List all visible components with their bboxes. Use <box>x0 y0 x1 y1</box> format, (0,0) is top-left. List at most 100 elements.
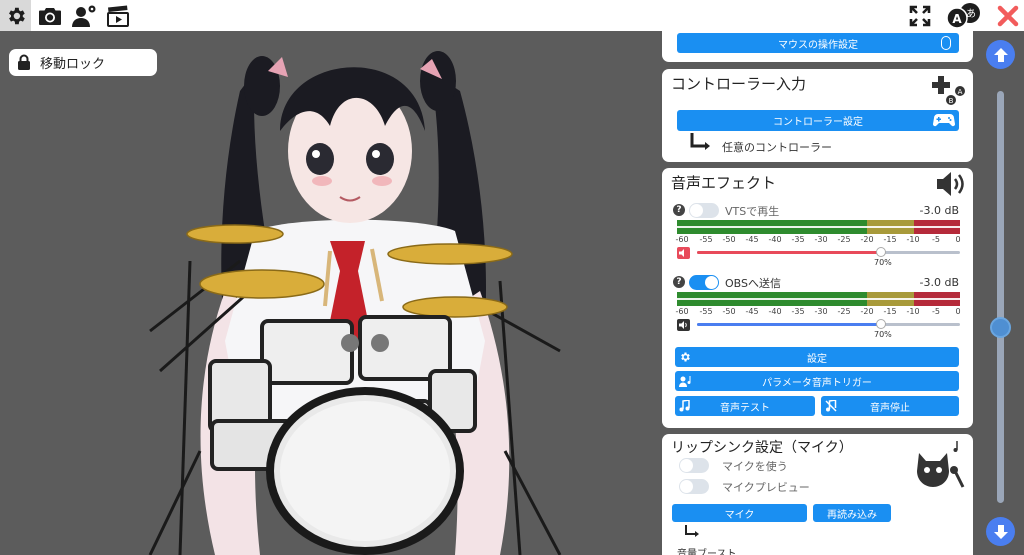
muted-speaker-icon[interactable] <box>677 247 690 259</box>
panel-scroll-column <box>978 31 1024 555</box>
settings-panel: マウスの操作設定 コントローラー入力 A B コントローラー設定 任意のコントロ… <box>660 31 978 555</box>
audio-test-label: 音声テスト <box>720 402 770 414</box>
language-button[interactable]: Aあ <box>944 0 984 31</box>
svg-text:A: A <box>958 88 963 96</box>
controller-settings-label: コントローラー設定 <box>773 117 863 128</box>
parameter-audio-trigger-button[interactable]: パラメータ音声トリガー <box>675 371 959 391</box>
obs-help-icon[interactable]: ? <box>673 276 685 288</box>
tick-label: -25 <box>837 235 851 244</box>
mouse-settings-card: マウスの操作設定 <box>662 31 973 62</box>
mouse-settings-label: マウスの操作設定 <box>778 39 858 51</box>
panel-scrollbar-thumb[interactable] <box>990 317 1011 338</box>
obs-db-scale: -60 -55 -50 -45 -40 -35 -30 -25 -20 -15 … <box>675 307 967 317</box>
gamepad-buttons-icon: A B <box>932 76 965 105</box>
movement-lock-label: 移動ロック <box>40 57 106 72</box>
user-settings-icon <box>71 5 95 27</box>
any-controller-label: 任意のコントローラー <box>722 141 832 154</box>
mic-select-label: マイク <box>724 509 755 521</box>
tick-label: 0 <box>955 307 961 316</box>
close-icon <box>997 5 1018 26</box>
obs-level-meter <box>677 292 960 306</box>
panel-scrollbar-track[interactable] <box>997 91 1004 503</box>
use-mic-label: マイクを使う <box>722 460 788 473</box>
controller-card-title: コントローラー入力 <box>671 75 807 93</box>
tick-label: -15 <box>883 307 897 316</box>
obs-volume-knob[interactable] <box>876 319 887 329</box>
tick-label: 0 <box>955 235 961 244</box>
speaker-icon <box>937 172 964 196</box>
clapperboard-icon <box>106 5 129 27</box>
tick-label: -30 <box>814 307 828 316</box>
obs-db-value: -3.0 dB <box>919 276 960 289</box>
tick-label: -10 <box>906 307 920 316</box>
tick-label: -25 <box>837 307 851 316</box>
scroll-up-button[interactable] <box>986 40 1015 69</box>
mouse-settings-button[interactable]: マウスの操作設定 <box>677 33 959 53</box>
svg-text:A: A <box>952 12 962 26</box>
obs-volume-slider[interactable] <box>697 323 960 326</box>
tick-label: -35 <box>791 307 805 316</box>
music-off-icon <box>825 400 837 412</box>
mic-select-button[interactable]: マイク <box>672 504 807 522</box>
speaker-small-icon[interactable] <box>677 319 690 331</box>
user-music-icon <box>679 375 693 387</box>
controller-settings-button[interactable]: コントローラー設定 <box>677 110 959 131</box>
reload-mic-button[interactable]: 再読み込み <box>813 504 891 522</box>
vts-help-icon[interactable]: ? <box>673 204 685 216</box>
gear-icon <box>679 351 691 363</box>
settings-tab-button[interactable] <box>0 0 31 31</box>
tick-label: -10 <box>906 235 920 244</box>
tick-label: -55 <box>699 235 713 244</box>
tick-label: -50 <box>722 307 736 316</box>
controller-input-card: コントローラー入力 A B コントローラー設定 任意のコントローラー <box>662 69 973 162</box>
svg-text:B: B <box>949 97 954 105</box>
model-illustration <box>148 51 562 555</box>
audio-stop-button[interactable]: 音声停止 <box>821 396 959 416</box>
mic-preview-label: マイクプレビュー <box>722 481 810 494</box>
vts-level-meter <box>677 220 960 234</box>
volume-boost-label: 音量ブースト <box>677 549 737 555</box>
mouse-icon <box>941 36 951 50</box>
scroll-down-button[interactable] <box>986 517 1015 546</box>
tick-label: -35 <box>791 235 805 244</box>
audio-test-button[interactable]: 音声テスト <box>675 396 815 416</box>
music-note-icon <box>679 400 690 412</box>
gear-icon <box>8 7 25 24</box>
obs-send-toggle[interactable] <box>689 275 719 290</box>
tick-label: -5 <box>932 235 940 244</box>
camera-button[interactable] <box>34 0 65 31</box>
lock-icon <box>18 54 30 70</box>
meter-center-line <box>677 298 960 300</box>
tick-label: -60 <box>675 307 689 316</box>
audio-settings-button[interactable]: 設定 <box>675 347 959 367</box>
obs-volume-percent: 70% <box>874 330 892 339</box>
use-mic-toggle[interactable] <box>679 458 709 473</box>
movement-lock-button[interactable]: 移動ロック <box>9 49 157 76</box>
camera-icon <box>38 7 61 25</box>
vts-volume-percent: 70% <box>874 258 892 267</box>
audio-effects-title: 音声エフェクト <box>671 174 777 192</box>
scene-button[interactable] <box>102 0 133 31</box>
tick-label: -40 <box>768 307 782 316</box>
svg-text:あ: あ <box>966 8 976 20</box>
close-button[interactable] <box>992 0 1023 31</box>
audio-stop-label: 音声停止 <box>870 402 910 414</box>
tick-label: -20 <box>860 307 874 316</box>
vts-play-toggle[interactable] <box>689 203 719 218</box>
audio-settings-label: 設定 <box>807 353 827 365</box>
tick-label: -30 <box>814 235 828 244</box>
model-settings-button[interactable] <box>68 0 99 31</box>
vts-volume-knob[interactable] <box>876 247 887 257</box>
mic-preview-toggle[interactable] <box>679 479 709 494</box>
tick-label: -5 <box>932 307 940 316</box>
sub-arrow-icon <box>685 525 699 537</box>
model-viewport[interactable]: 移動ロック <box>0 31 660 555</box>
vts-volume-slider[interactable] <box>697 251 960 254</box>
sub-arrow-icon <box>690 133 710 150</box>
fullscreen-button[interactable] <box>904 0 935 31</box>
tick-label: -40 <box>768 235 782 244</box>
tick-label: -45 <box>745 307 759 316</box>
tick-label: -15 <box>883 235 897 244</box>
vts-db-value: -3.0 dB <box>919 204 960 217</box>
tick-label: -50 <box>722 235 736 244</box>
